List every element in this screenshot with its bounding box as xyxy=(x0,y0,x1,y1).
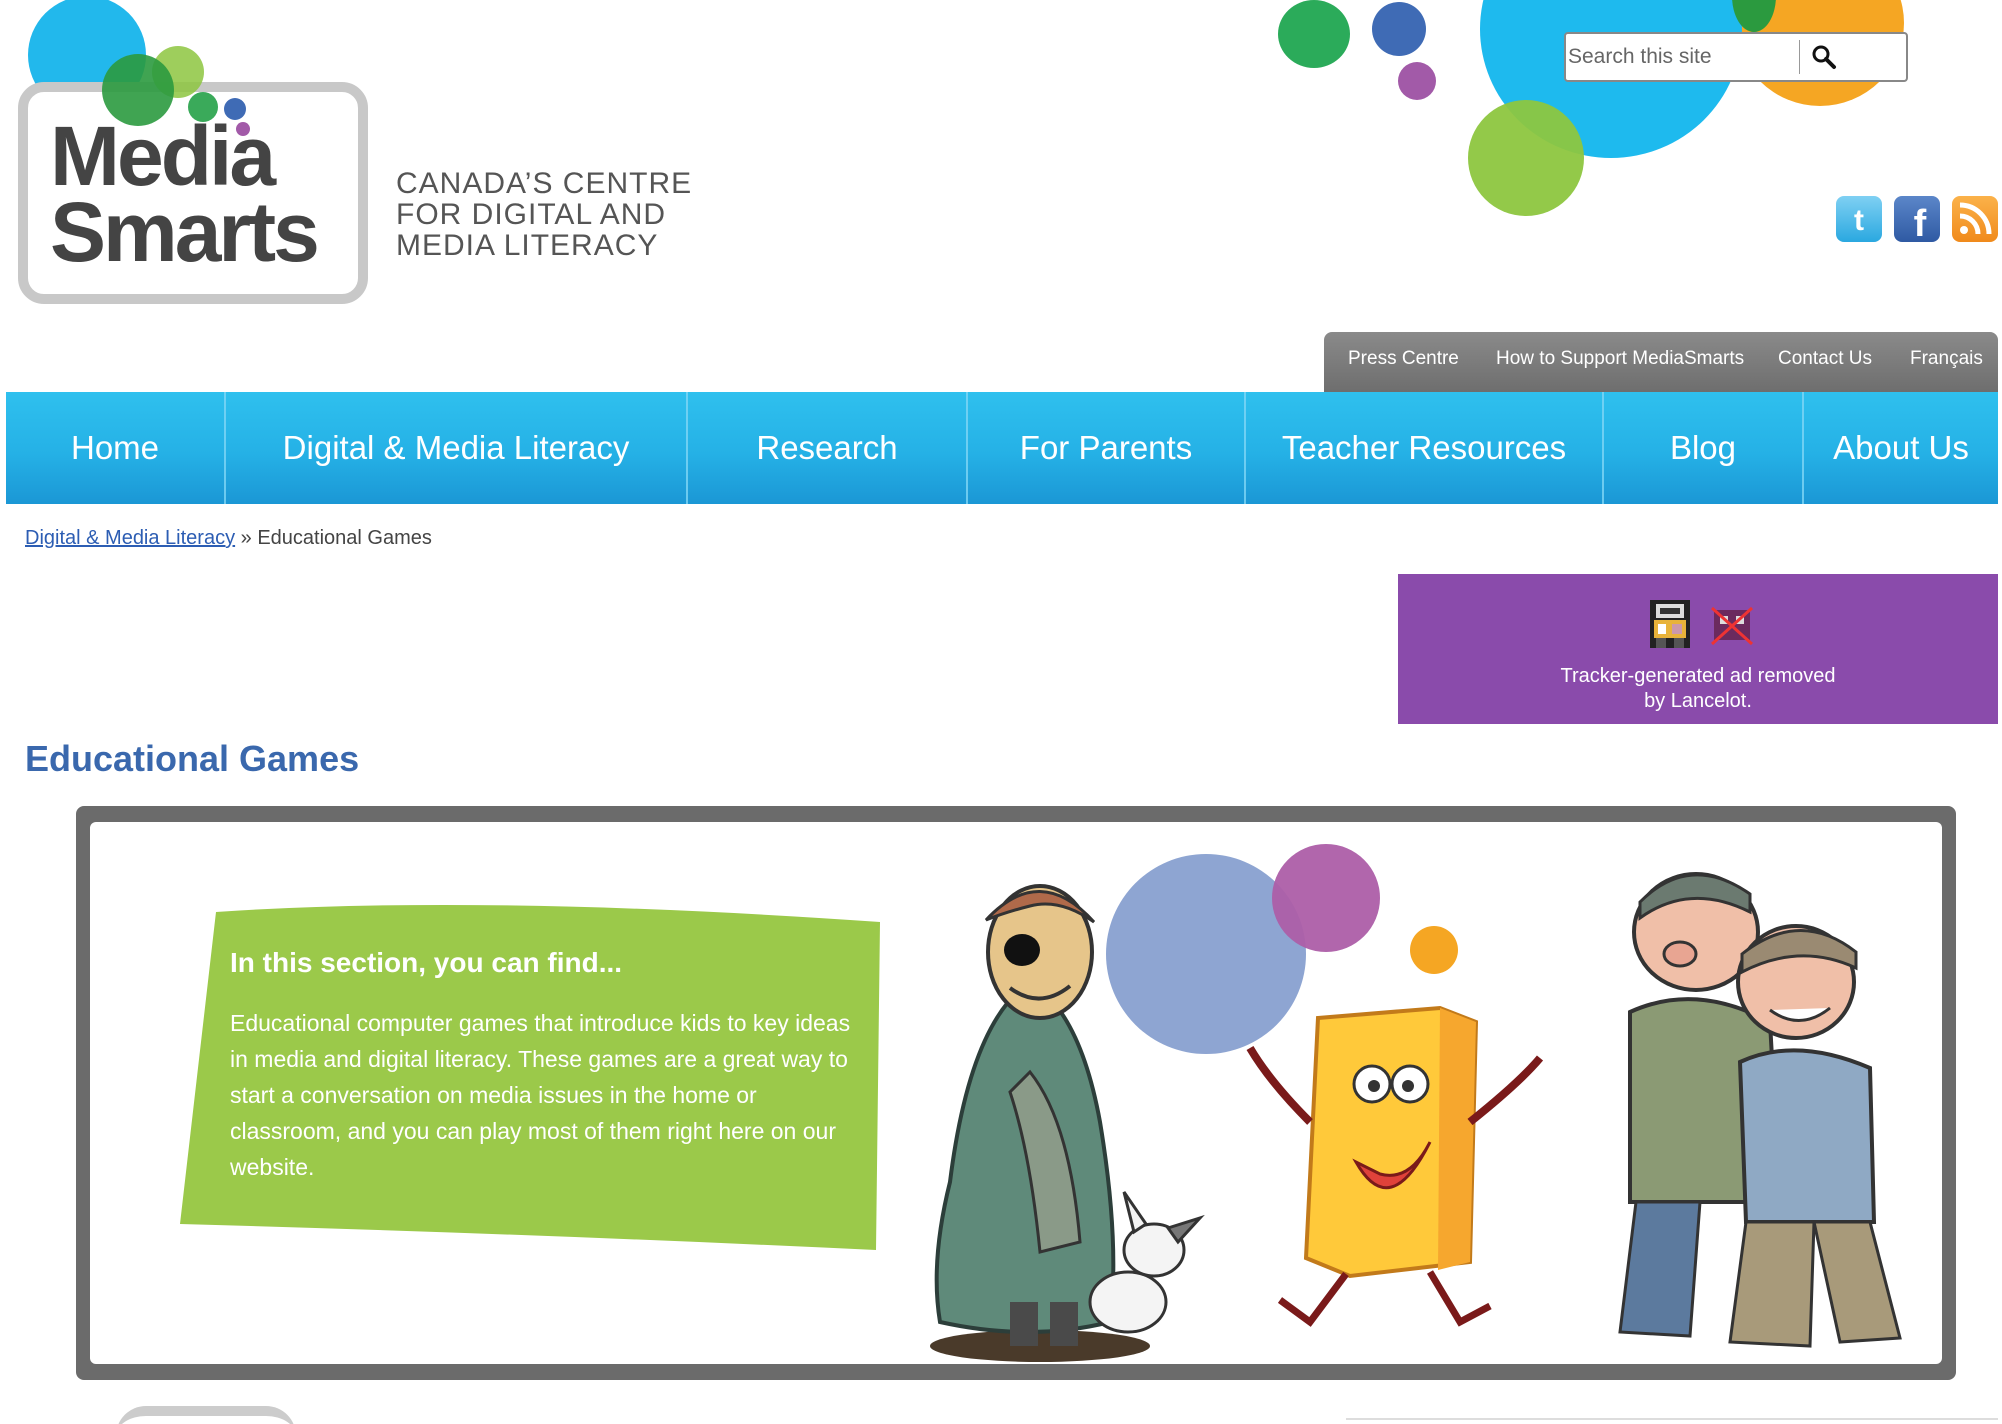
svg-text:f: f xyxy=(1914,203,1927,242)
header-dot-blue xyxy=(1372,2,1426,56)
header-dot-green xyxy=(1278,0,1350,68)
rss-icon[interactable] xyxy=(1952,196,1998,242)
utility-nav: Press Centre How to Support MediaSmarts … xyxy=(1324,332,1998,392)
tagline-line: MEDIA LITERACY xyxy=(396,229,659,262)
twitter-icon[interactable]: t xyxy=(1836,196,1882,242)
mediasmarts-logo[interactable]: Media Smarts xyxy=(6,0,386,310)
search-button[interactable] xyxy=(1806,40,1846,74)
logo-wordmark: Media Smarts xyxy=(50,109,320,279)
breadcrumb: Digital & Media Literacy » Educational G… xyxy=(25,527,432,550)
intro-body: Educational computer games that introduc… xyxy=(230,1010,851,1180)
search-input[interactable] xyxy=(1568,40,1800,74)
footer-logo-fragment xyxy=(116,1406,296,1424)
intro-title: In this section, you can find... xyxy=(230,947,623,978)
nav-for-parents[interactable]: For Parents xyxy=(968,392,1244,504)
breadcrumb-separator: » xyxy=(240,527,252,549)
tagline-line: CANADA’S CENTRE xyxy=(396,167,693,200)
page-title: Educational Games xyxy=(25,738,360,779)
utility-link-francais[interactable]: Français xyxy=(1910,348,1983,370)
lancelot-sprites-icon xyxy=(1650,600,1754,648)
header-dot-purple xyxy=(1398,62,1436,100)
ad-text-line2: by Lancelot. xyxy=(1644,690,1752,712)
nav-teacher-resources[interactable]: Teacher Resources xyxy=(1246,392,1602,504)
nav-about-us[interactable]: About Us xyxy=(1804,392,1998,504)
nav-research[interactable]: Research xyxy=(688,392,966,504)
page: Media Smarts CANADA’S CENTRE FOR DIGITAL… xyxy=(6,0,1998,1424)
cartoon-characters-illustration xyxy=(930,844,1902,1362)
main-nav: Home Digital & Media Literacy Research F… xyxy=(6,392,1998,504)
svg-text:t: t xyxy=(1854,204,1864,237)
search-box xyxy=(1564,32,1908,82)
header-dot-lightgreen xyxy=(1468,100,1584,216)
nav-digital-media-literacy[interactable]: Digital & Media Literacy xyxy=(226,392,686,504)
nav-home[interactable]: Home xyxy=(6,392,224,504)
utility-link-support[interactable]: How to Support MediaSmarts xyxy=(1496,348,1744,370)
breadcrumb-current: Educational Games xyxy=(257,527,432,549)
logo-tagline: CANADA’S CENTRE FOR DIGITAL AND MEDIA LI… xyxy=(396,168,692,261)
ad-removed-notice: Tracker-generated ad removed by Lancelot… xyxy=(1398,574,1998,724)
ad-text-line1: Tracker-generated ad removed xyxy=(1560,665,1836,687)
facebook-icon[interactable]: f xyxy=(1894,196,1940,245)
search-icon xyxy=(1812,45,1836,69)
footer-divider xyxy=(1346,1418,1998,1420)
nav-blog[interactable]: Blog xyxy=(1604,392,1802,504)
feature-banner-inner: In this section, you can find... Educati… xyxy=(90,822,1942,1364)
tagline-line: FOR DIGITAL AND xyxy=(396,198,667,231)
utility-link-contact[interactable]: Contact Us xyxy=(1778,348,1872,370)
feature-banner: In this section, you can find... Educati… xyxy=(76,806,1956,1380)
breadcrumb-link[interactable]: Digital & Media Literacy xyxy=(25,527,235,549)
utility-link-press-centre[interactable]: Press Centre xyxy=(1348,348,1459,370)
